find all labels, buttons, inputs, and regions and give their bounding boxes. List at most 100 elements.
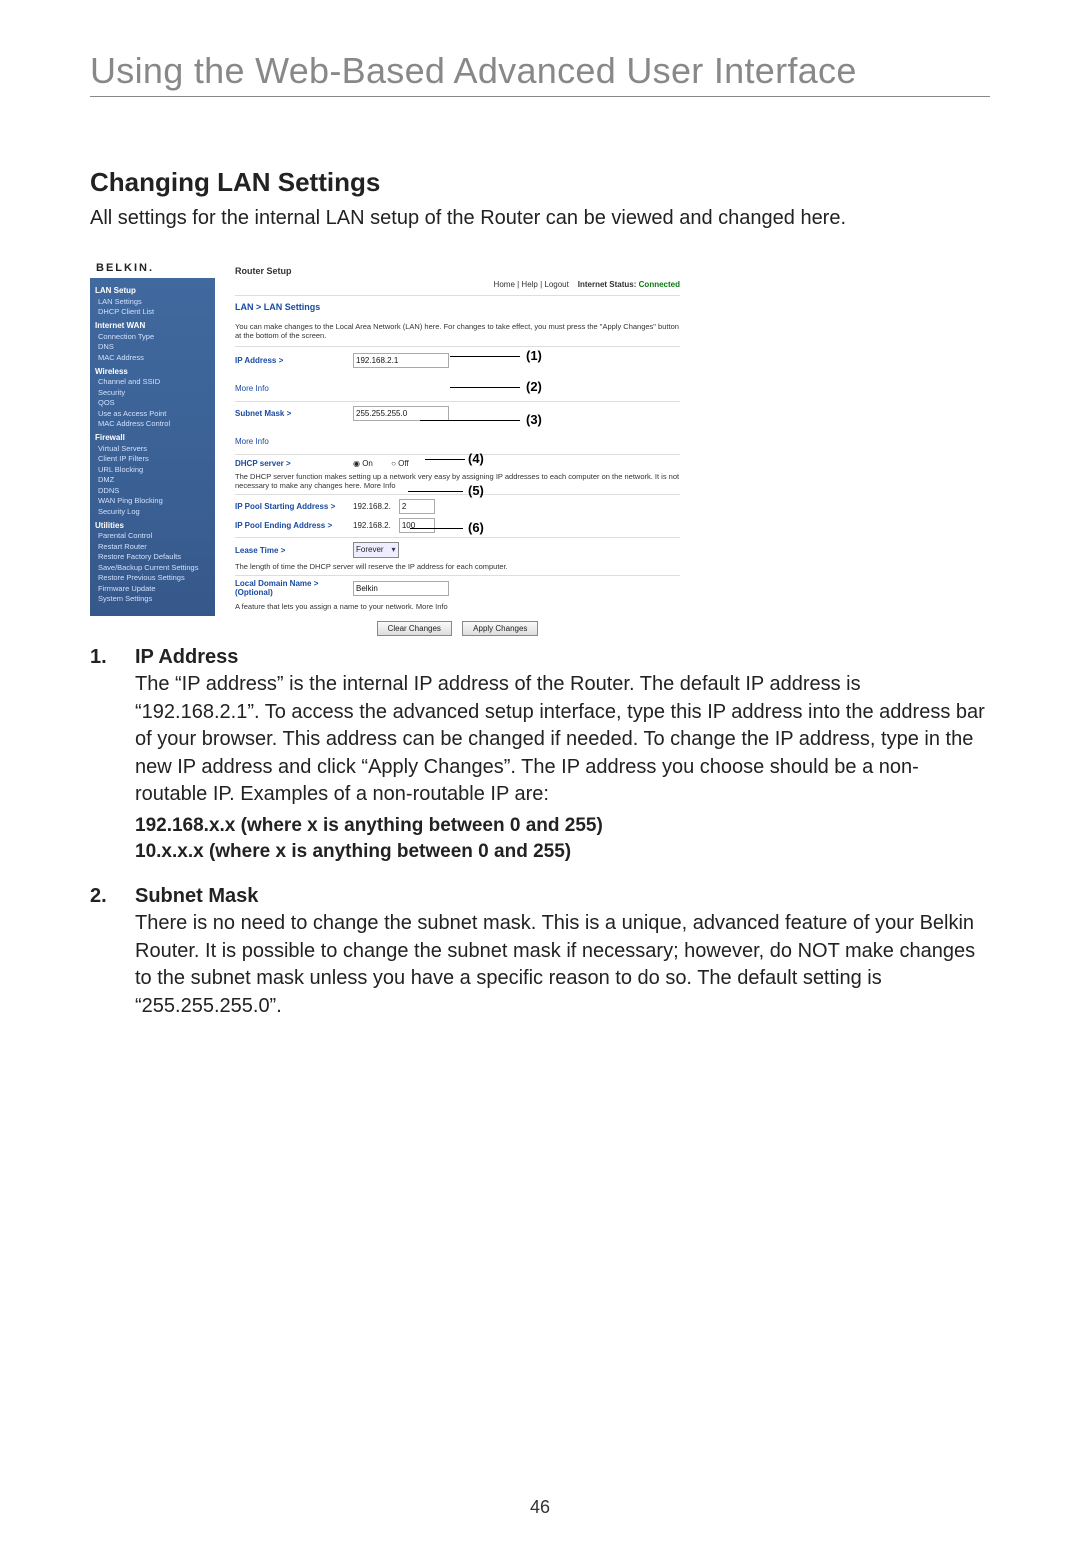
- router-sidebar: BELKIN. LAN Setup LAN Settings DHCP Clie…: [90, 256, 215, 616]
- callout-line: [450, 387, 520, 388]
- belkin-logo: BELKIN.: [90, 256, 215, 278]
- sb-group-wan: Internet WAN: [95, 321, 215, 330]
- clear-changes-button[interactable]: Clear Changes: [377, 621, 452, 636]
- subnet-mask-input[interactable]: 255.255.255.0: [353, 406, 449, 421]
- sb-group-utilities: Utilities: [95, 521, 215, 530]
- sb-item[interactable]: DNS: [98, 342, 215, 351]
- sb-group-lan: LAN Setup: [95, 286, 215, 295]
- sb-item[interactable]: Save/Backup Current Settings: [98, 563, 215, 572]
- explanation-list: 1. IP Address The “IP address” is the in…: [90, 646, 990, 1026]
- row-ip-address: IP Address > 192.168.2.1 More Info: [235, 353, 680, 402]
- sb-item[interactable]: WAN Ping Blocking: [98, 496, 215, 505]
- sb-item[interactable]: Restore Previous Settings: [98, 573, 215, 582]
- sb-item[interactable]: DHCP Client List: [98, 307, 215, 316]
- callout-3: (3): [526, 412, 542, 427]
- sb-item[interactable]: Use as Access Point: [98, 409, 215, 418]
- router-screenshot: BELKIN. LAN Setup LAN Settings DHCP Clie…: [90, 256, 690, 616]
- page-title: Using the Web-Based Advanced User Interf…: [90, 50, 990, 92]
- button-row: Clear Changes Apply Changes: [235, 621, 680, 636]
- item-number: 1.: [90, 646, 135, 867]
- ip-address-label: IP Address >: [235, 356, 345, 365]
- breadcrumb: LAN > LAN Settings: [235, 295, 680, 312]
- sb-item[interactable]: Restart Router: [98, 542, 215, 551]
- lease-time-label: Lease Time >: [235, 546, 345, 555]
- dhcp-server-label: DHCP server >: [235, 459, 345, 468]
- sb-item[interactable]: LAN Settings: [98, 297, 215, 306]
- sb-item[interactable]: MAC Address: [98, 353, 215, 362]
- sb-item[interactable]: Virtual Servers: [98, 444, 215, 453]
- callout-line: [408, 491, 463, 492]
- pool-end-input[interactable]: 100: [399, 518, 435, 533]
- callout-6: (6): [468, 520, 484, 535]
- item-number: 2.: [90, 885, 135, 1026]
- callout-line: [420, 420, 520, 421]
- sb-item[interactable]: DMZ: [98, 475, 215, 484]
- internet-status-value: Connected: [639, 280, 680, 289]
- sb-group-wireless: Wireless: [95, 367, 215, 376]
- sb-item[interactable]: Client IP Filters: [98, 454, 215, 463]
- more-info-link[interactable]: More Info: [235, 384, 269, 393]
- pool-start-prefix: 192.168.2.: [353, 502, 391, 511]
- item-body: There is no need to change the subnet ma…: [135, 910, 990, 1020]
- lease-time-select[interactable]: Forever: [353, 542, 399, 558]
- pool-end-prefix: 192.168.2.: [353, 521, 391, 530]
- sb-item[interactable]: System Settings: [98, 594, 215, 603]
- pool-start-input[interactable]: 2: [399, 499, 435, 514]
- sb-item[interactable]: DDNS: [98, 486, 215, 495]
- callout-2: (2): [526, 379, 542, 394]
- dhcp-on-radio[interactable]: ◉ On: [353, 459, 381, 468]
- explain-item-subnet: 2. Subnet Mask There is no need to chang…: [90, 885, 990, 1026]
- sb-item[interactable]: Connection Type: [98, 332, 215, 341]
- explain-item-ip: 1. IP Address The “IP address” is the in…: [90, 646, 990, 867]
- sb-item[interactable]: QOS: [98, 398, 215, 407]
- sb-item[interactable]: Parental Control: [98, 531, 215, 540]
- manual-page: Using the Web-Based Advanced User Interf…: [0, 0, 1080, 1542]
- sb-item[interactable]: URL Blocking: [98, 465, 215, 474]
- pool-end-label: IP Pool Ending Address >: [235, 521, 345, 530]
- pool-start-label: IP Pool Starting Address >: [235, 502, 345, 511]
- section-heading: Changing LAN Settings: [90, 167, 990, 198]
- subnet-mask-label: Subnet Mask >: [235, 409, 345, 418]
- item-body: The “IP address” is the internal IP addr…: [135, 671, 990, 809]
- item-heading: Subnet Mask: [135, 885, 990, 908]
- row-lease-time: Lease Time > Forever: [235, 542, 680, 558]
- callout-5: (5): [468, 483, 484, 498]
- apply-changes-button[interactable]: Apply Changes: [462, 621, 538, 636]
- item-heading: IP Address: [135, 646, 990, 669]
- callout-line: [450, 356, 520, 357]
- callout-4: (4): [468, 451, 484, 466]
- title-rule: [90, 96, 990, 97]
- sb-item[interactable]: Firmware Update: [98, 584, 215, 593]
- row-pool-start: IP Pool Starting Address > 192.168.2. 2: [235, 499, 680, 514]
- sb-item[interactable]: Channel and SSID: [98, 377, 215, 386]
- dhcp-on-label: On: [362, 459, 373, 468]
- dhcp-off-label: Off: [398, 459, 409, 468]
- item-sub: 10.x.x.x (where x is anything between 0 …: [135, 841, 990, 863]
- dhcp-off-radio[interactable]: ○ Off: [391, 459, 417, 468]
- internet-status-label: Internet Status:: [578, 280, 637, 289]
- callout-line: [425, 459, 465, 460]
- page-number: 46: [0, 1497, 1080, 1518]
- sb-item[interactable]: Security Log: [98, 507, 215, 516]
- row-dhcp-server: DHCP server > ◉ On ○ Off: [235, 459, 680, 468]
- item-sub: 192.168.x.x (where x is anything between…: [135, 815, 990, 837]
- topnav-links[interactable]: Home | Help | Logout: [494, 280, 569, 289]
- lease-time-hint: The length of time the DHCP server will …: [235, 562, 680, 576]
- row-subnet-mask: Subnet Mask > 255.255.255.0 More Info: [235, 406, 680, 455]
- sb-item[interactable]: Security: [98, 388, 215, 397]
- section-intro: All settings for the internal LAN setup …: [90, 204, 990, 232]
- sb-item[interactable]: MAC Address Control: [98, 419, 215, 428]
- router-content: Router Setup Home | Help | Logout Intern…: [215, 256, 690, 636]
- row-local-domain: Local Domain Name > (Optional) Belkin: [235, 580, 680, 598]
- router-setup-label: Router Setup: [235, 266, 680, 276]
- local-domain-input[interactable]: Belkin: [353, 581, 449, 596]
- page-hint: You can make changes to the Local Area N…: [235, 322, 680, 347]
- callout-1: (1): [526, 348, 542, 363]
- local-domain-label: Local Domain Name > (Optional): [235, 580, 345, 598]
- router-topnav: Home | Help | Logout Internet Status: Co…: [235, 280, 680, 289]
- more-info-link[interactable]: More Info: [235, 437, 269, 446]
- sb-item[interactable]: Restore Factory Defaults: [98, 552, 215, 561]
- dhcp-radio-group: ◉ On ○ Off: [353, 459, 425, 468]
- callout-line: [410, 528, 463, 529]
- ip-address-input[interactable]: 192.168.2.1: [353, 353, 449, 368]
